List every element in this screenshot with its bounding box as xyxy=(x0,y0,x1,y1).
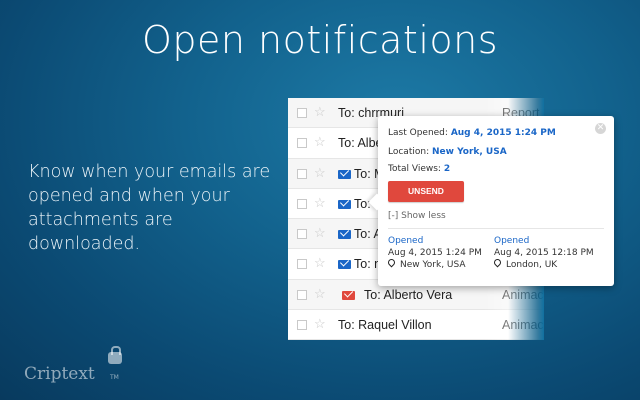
unsend-button[interactable]: UNSEND xyxy=(388,181,464,202)
last-opened-value: Aug 4, 2015 1:24 PM xyxy=(450,128,556,138)
total-views-label: Total Views: xyxy=(388,164,441,174)
page-headline: Open notifications xyxy=(141,18,499,62)
logo-text: Criptext xyxy=(24,364,95,384)
event-location: New York, USA xyxy=(400,260,466,270)
location-pin-icon xyxy=(386,257,397,268)
open-event: Opened Aug 4, 2015 12:18 PM London, UK xyxy=(492,236,604,270)
location-line: Location: New York, USA xyxy=(388,147,507,157)
row-recipient: To: Alberto Vera xyxy=(364,287,453,302)
last-opened-label: Last Opened: xyxy=(388,128,448,138)
star-icon[interactable]: ☆ xyxy=(314,165,326,181)
event-location: London, UK xyxy=(506,260,558,270)
inbox-row[interactable]: ☆ To: Raquel Villon Animac xyxy=(288,310,544,340)
event-status: Opened xyxy=(494,236,530,246)
row-recipient: To: Albe xyxy=(338,136,383,151)
last-opened-line: Last Opened: Aug 4, 2015 1:24 PM xyxy=(388,128,556,138)
event-status: Opened xyxy=(388,236,424,246)
event-datetime: Aug 4, 2015 12:18 PM xyxy=(494,248,594,258)
row-checkbox[interactable] xyxy=(297,259,307,270)
envelope-icon xyxy=(338,260,351,270)
popup-divider xyxy=(388,228,604,229)
envelope-icon xyxy=(338,199,351,209)
envelope-icon xyxy=(342,290,355,300)
star-icon[interactable]: ☆ xyxy=(314,195,326,211)
star-icon[interactable]: ☆ xyxy=(314,225,326,241)
row-checkbox[interactable] xyxy=(297,319,307,330)
location-pin-icon xyxy=(492,257,503,268)
star-icon[interactable]: ☆ xyxy=(314,104,326,120)
lock-icon xyxy=(108,346,122,364)
event-datetime: Aug 4, 2015 1:24 PM xyxy=(388,248,482,258)
open-event: Opened Aug 4, 2015 1:24 PM New York, USA xyxy=(386,236,498,270)
event-location-line: London, UK xyxy=(492,257,604,270)
envelope-icon xyxy=(338,230,351,239)
criptext-logo: Criptext TM xyxy=(24,346,122,384)
location-label: Location: xyxy=(388,147,430,157)
row-checkbox[interactable] xyxy=(297,198,307,209)
tracking-popup: ✕ Last Opened: Aug 4, 2015 1:24 PM Locat… xyxy=(378,116,614,286)
event-location-line: New York, USA xyxy=(386,257,498,270)
row-recipient: To: Raquel Villon xyxy=(338,317,432,332)
star-icon[interactable]: ☆ xyxy=(314,316,326,332)
row-subject: Animac xyxy=(502,287,544,302)
star-icon[interactable]: ☆ xyxy=(314,286,326,302)
row-checkbox[interactable] xyxy=(297,108,307,118)
show-less-link[interactable]: [-] Show less xyxy=(388,211,446,221)
star-icon[interactable]: ☆ xyxy=(314,134,326,150)
row-checkbox[interactable] xyxy=(297,289,307,300)
total-views-value: 2 xyxy=(443,164,451,174)
total-views-line: Total Views: 2 xyxy=(388,164,450,174)
row-checkbox[interactable] xyxy=(297,229,307,239)
feature-tagline: Know when your emails are opened and whe… xyxy=(28,162,271,254)
row-checkbox[interactable] xyxy=(297,168,307,179)
star-icon[interactable]: ☆ xyxy=(314,255,326,271)
envelope-icon xyxy=(338,169,351,179)
location-value: New York, USA xyxy=(431,147,507,157)
logo-trademark: TM xyxy=(110,374,119,381)
row-subject: Animac xyxy=(502,317,544,332)
row-checkbox[interactable] xyxy=(297,138,307,149)
close-icon[interactable]: ✕ xyxy=(595,123,606,134)
